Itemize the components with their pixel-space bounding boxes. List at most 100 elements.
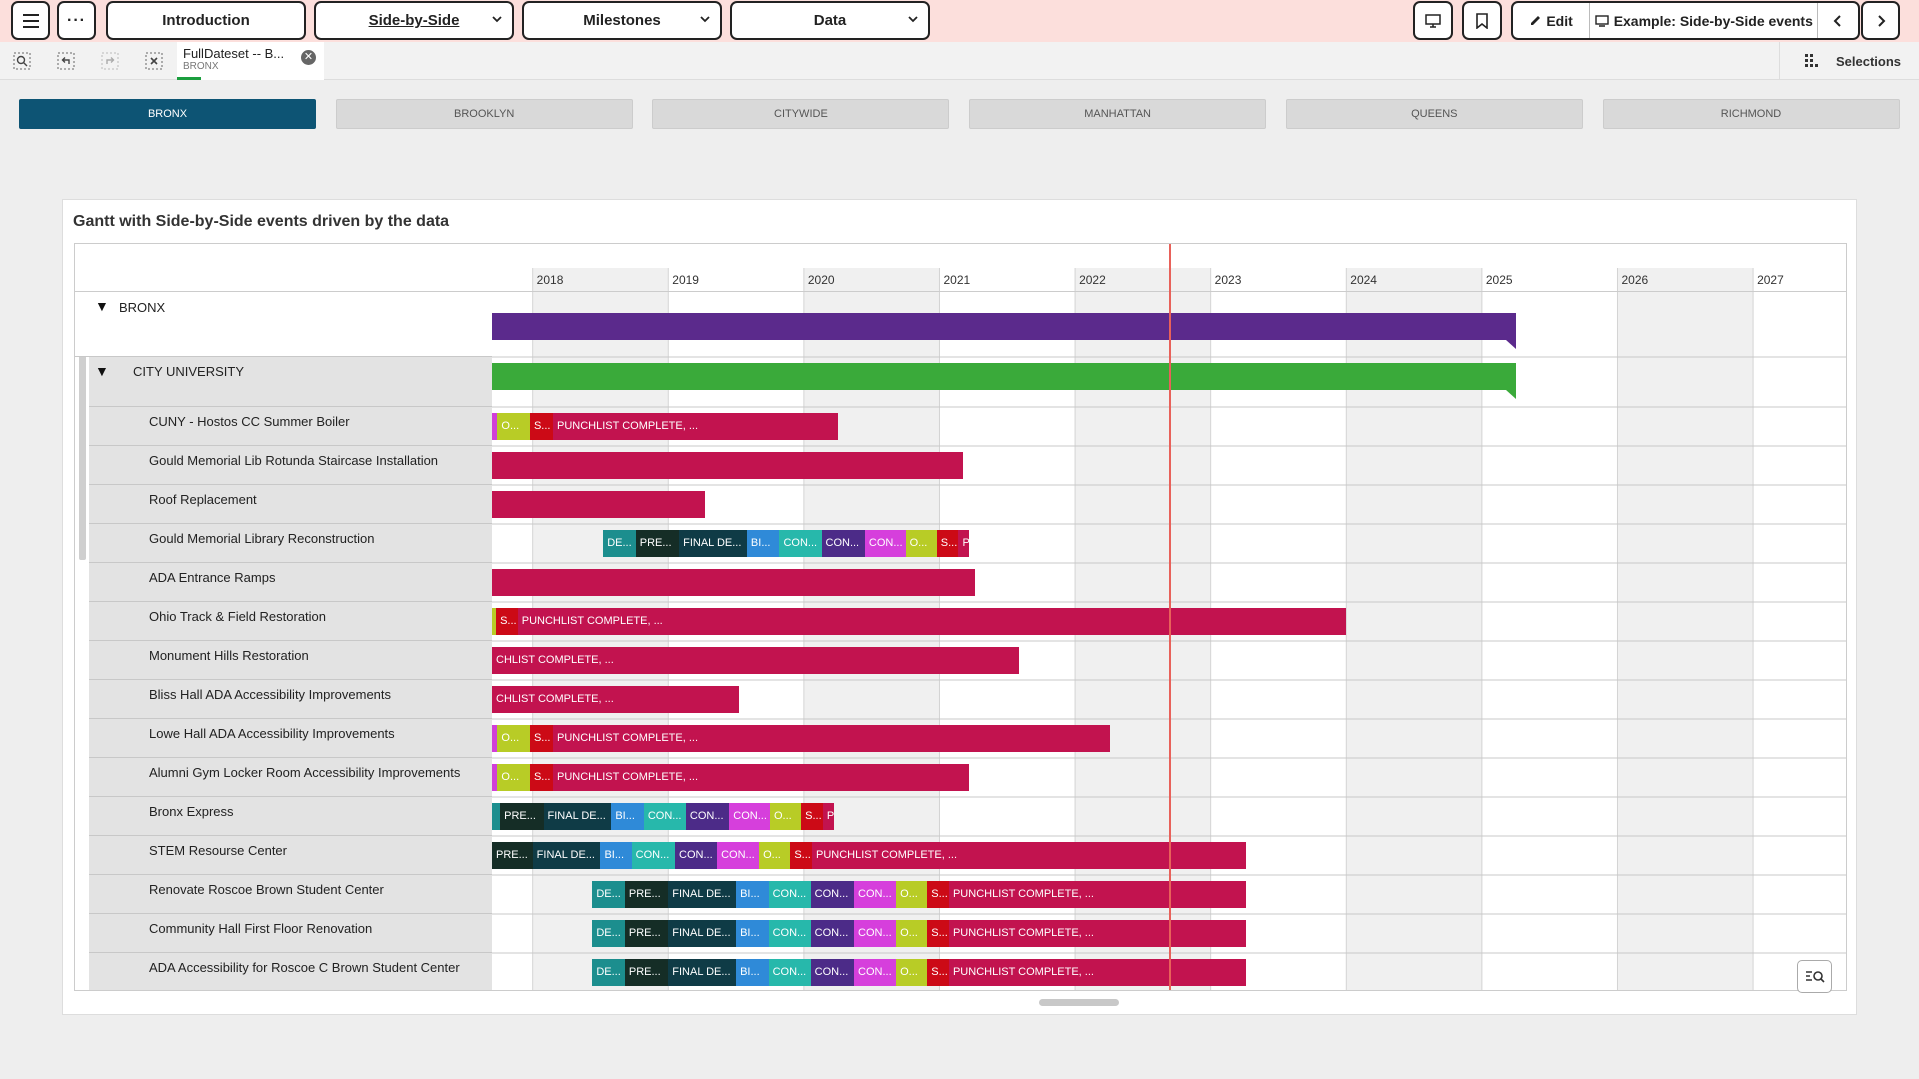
gantt-event-segment[interactable]: BI... bbox=[611, 803, 644, 830]
collapse-triangle-icon[interactable]: ▼ bbox=[95, 298, 109, 314]
gantt-event-segment[interactable]: S... bbox=[529, 725, 553, 752]
collapse-triangle-icon[interactable]: ▼ bbox=[95, 363, 109, 379]
sheet-selector-button[interactable]: Example: Side-by-Side events bbox=[1590, 3, 1819, 38]
zoom-search-button[interactable] bbox=[1797, 960, 1832, 993]
project-row[interactable]: Gould Memorial Lib Rotunda Staircase Ins… bbox=[89, 446, 492, 485]
group-row-city-university[interactable]: ▼ CITY UNIVERSITY bbox=[89, 357, 492, 407]
present-button[interactable] bbox=[1413, 1, 1453, 40]
gantt-event-segment[interactable]: S... bbox=[927, 959, 949, 986]
gantt-event-segment[interactable]: PRE... bbox=[635, 530, 680, 557]
gantt-event-segment[interactable]: DE... bbox=[592, 881, 625, 908]
edit-button[interactable]: Edit bbox=[1513, 3, 1591, 38]
gantt-event-segment[interactable]: DE... bbox=[603, 530, 636, 557]
gantt-event-segment[interactable]: O... bbox=[905, 530, 937, 557]
gantt-event-segment[interactable]: S... bbox=[936, 530, 959, 557]
gantt-event-segment[interactable]: FINAL DE... bbox=[668, 959, 737, 986]
sheet-tab-data[interactable]: Data bbox=[730, 1, 930, 40]
gantt-event-segment[interactable]: O... bbox=[896, 959, 928, 986]
gantt-event-segment[interactable]: S... bbox=[927, 881, 949, 908]
group-summary-bar[interactable] bbox=[492, 363, 1516, 399]
selections-button[interactable]: Selections bbox=[1779, 42, 1919, 80]
gantt-event-segment[interactable]: BI... bbox=[736, 881, 769, 908]
gantt-event-segment[interactable]: O... bbox=[769, 803, 802, 830]
gantt-event-segment[interactable]: BI... bbox=[600, 842, 632, 869]
gantt-event-segment[interactable]: CHLIST COMPLETE, ... bbox=[492, 686, 739, 713]
gantt-event-segment[interactable]: CON... bbox=[854, 881, 897, 908]
gantt-event-segment[interactable]: CON... bbox=[768, 920, 811, 947]
project-row[interactable]: Lowe Hall ADA Accessibility Improvements bbox=[89, 719, 492, 758]
main-menu-button[interactable] bbox=[11, 1, 50, 40]
project-row[interactable]: STEM Resourse Center bbox=[89, 836, 492, 875]
sheet-tab-milestones[interactable]: Milestones bbox=[522, 1, 722, 40]
group-summary-bar[interactable] bbox=[492, 313, 1516, 349]
gantt-event-segment[interactable]: DE... bbox=[592, 959, 625, 986]
project-row[interactable]: ADA Entrance Ramps bbox=[89, 563, 492, 602]
gantt-event-segment[interactable]: PUNCHLIST COMPLETE, ... bbox=[948, 959, 1246, 986]
gantt-event-segment[interactable]: S... bbox=[927, 920, 949, 947]
gantt-event-segment[interactable]: CON... bbox=[810, 959, 855, 986]
borough-button-richmond[interactable]: RICHMOND bbox=[1602, 99, 1900, 129]
gantt-event-segment[interactable]: PUNCHLIST COMPLETE, ... bbox=[553, 764, 970, 791]
gantt-event-segment[interactable]: CON... bbox=[854, 959, 897, 986]
gantt-event-segment[interactable]: CON... bbox=[821, 530, 865, 557]
gantt-event-segment[interactable]: O... bbox=[896, 881, 928, 908]
gantt-event-segment[interactable]: CON... bbox=[643, 803, 686, 830]
gantt-event-segment[interactable]: PUNCHLIST COMPLETE, ... bbox=[553, 725, 1111, 752]
project-row[interactable]: Monument Hills Restoration bbox=[89, 641, 492, 680]
project-row[interactable]: CUNY - Hostos CC Summer Boiler bbox=[89, 407, 492, 446]
gantt-event-segment[interactable]: O... bbox=[497, 764, 530, 791]
gantt-event-segment[interactable]: P bbox=[822, 803, 834, 830]
gantt-event-segment[interactable]: S... bbox=[529, 413, 553, 440]
gantt-event-segment[interactable]: O... bbox=[896, 920, 928, 947]
clear-chip-icon[interactable]: ✕ bbox=[301, 50, 316, 65]
gantt-event-segment[interactable] bbox=[492, 569, 975, 596]
gantt-event-segment[interactable]: O... bbox=[759, 842, 791, 869]
more-options-button[interactable]: ··· bbox=[57, 1, 96, 40]
bookmark-button[interactable] bbox=[1462, 1, 1502, 40]
next-sheet-button[interactable] bbox=[1861, 1, 1900, 40]
gantt-event-segment[interactable]: PRE... bbox=[624, 920, 669, 947]
selection-chip[interactable]: FullDateset -- B... BRONX ✕ bbox=[177, 42, 324, 80]
project-row[interactable]: Renovate Roscoe Brown Student Center bbox=[89, 875, 492, 914]
project-row[interactable]: Community Hall First Floor Renovation bbox=[89, 914, 492, 953]
previous-sheet-button[interactable] bbox=[1818, 3, 1858, 38]
gantt-event-segment[interactable]: CON... bbox=[864, 530, 906, 557]
gantt-event-segment[interactable]: S... bbox=[496, 608, 518, 635]
gantt-event-segment[interactable]: FINAL DE... bbox=[543, 803, 612, 830]
gantt-event-segment[interactable]: CON... bbox=[810, 881, 855, 908]
gantt-event-segment[interactable]: CON... bbox=[675, 842, 718, 869]
sheet-tab-side-by-side[interactable]: Side-by-Side bbox=[314, 1, 514, 40]
gantt-event-segment[interactable]: PRE... bbox=[624, 881, 669, 908]
borough-button-brooklyn[interactable]: BROOKLYN bbox=[335, 99, 633, 129]
gantt-event-segment[interactable]: S... bbox=[529, 764, 553, 791]
gantt-event-segment[interactable]: CON... bbox=[729, 803, 770, 830]
gantt-event-segment[interactable]: PRE... bbox=[624, 959, 669, 986]
horizontal-scrollbar[interactable] bbox=[1039, 999, 1119, 1006]
sheet-tab-introduction[interactable]: Introduction bbox=[106, 1, 306, 40]
step-back-button[interactable] bbox=[55, 50, 77, 72]
gantt-event-segment[interactable]: PRE... bbox=[492, 842, 533, 869]
project-row[interactable]: Bronx Express bbox=[89, 797, 492, 836]
gantt-event-segment[interactable]: CON... bbox=[854, 920, 897, 947]
gantt-event-segment[interactable]: CON... bbox=[768, 959, 811, 986]
gantt-event-segment[interactable]: CHLIST COMPLETE, ... bbox=[492, 647, 1020, 674]
project-row[interactable]: Gould Memorial Library Reconstruction bbox=[89, 524, 492, 563]
gantt-event-segment[interactable]: CON... bbox=[810, 920, 855, 947]
borough-button-queens[interactable]: QUEENS bbox=[1285, 99, 1583, 129]
gantt-event-segment[interactable]: PUNCHLIST COMPLETE, ... bbox=[812, 842, 1246, 869]
step-forward-button[interactable] bbox=[99, 50, 121, 72]
gantt-event-segment[interactable]: BI... bbox=[746, 530, 780, 557]
gantt-event-segment[interactable]: CON... bbox=[768, 881, 811, 908]
gantt-event-segment[interactable]: FINAL DE... bbox=[668, 920, 737, 947]
project-row[interactable]: Bliss Hall ADA Accessibility Improvement… bbox=[89, 680, 492, 719]
clear-selections-button[interactable] bbox=[143, 50, 165, 72]
gantt-event-segment[interactable]: BI... bbox=[736, 959, 769, 986]
gantt-event-segment[interactable]: S... bbox=[801, 803, 823, 830]
gantt-event-segment[interactable] bbox=[492, 803, 501, 830]
group-row-bronx[interactable]: ▼ BRONX bbox=[75, 292, 492, 357]
project-row[interactable]: Ohio Track & Field Restoration bbox=[89, 602, 492, 641]
gantt-event-segment[interactable]: FINAL DE... bbox=[532, 842, 601, 869]
gantt-event-segment[interactable]: CON... bbox=[717, 842, 760, 869]
smart-search-button[interactable] bbox=[11, 50, 33, 72]
borough-button-bronx[interactable]: BRONX bbox=[19, 99, 316, 129]
